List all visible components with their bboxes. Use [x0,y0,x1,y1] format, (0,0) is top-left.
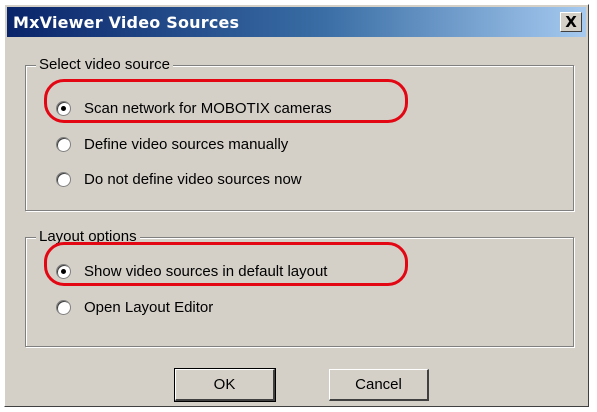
title-bar[interactable]: MxViewer Video Sources X [7,7,586,37]
radio-do-not-define[interactable]: Do not define video sources now [56,171,302,188]
dialog-title: MxViewer Video Sources [13,12,240,32]
radio-define-manually[interactable]: Define video sources manually [56,136,288,153]
ok-button[interactable]: OK [174,368,276,402]
radio-do-not-define-label: Do not define video sources now [84,171,302,188]
radio-unchecked-icon [56,300,71,315]
layout-options-legend: Layout options [36,228,140,245]
layout-options-group: Layout options Show video sources in def… [25,228,574,347]
video-sources-dialog: MxViewer Video Sources X Select video so… [4,4,589,407]
radio-define-manually-label: Define video sources manually [84,136,289,153]
close-icon: X [565,12,577,31]
cancel-button[interactable]: Cancel [329,369,429,401]
radio-scan-network-label: Scan network for MOBOTIX cameras [84,100,332,117]
radio-default-layout-label: Show video sources in default layout [84,263,328,280]
radio-checked-icon [56,101,71,116]
radio-unchecked-icon [56,137,71,152]
radio-open-layout-editor-label: Open Layout Editor [84,299,214,316]
close-button[interactable]: X [560,12,582,32]
radio-unchecked-icon [56,172,71,187]
select-video-source-group: Select video source Scan network for MOB… [25,56,574,211]
radio-checked-icon [56,264,71,279]
select-video-source-legend: Select video source [36,56,173,73]
radio-scan-network[interactable]: Scan network for MOBOTIX cameras [56,100,332,117]
radio-open-layout-editor[interactable]: Open Layout Editor [56,299,213,316]
radio-default-layout[interactable]: Show video sources in default layout [56,263,327,280]
